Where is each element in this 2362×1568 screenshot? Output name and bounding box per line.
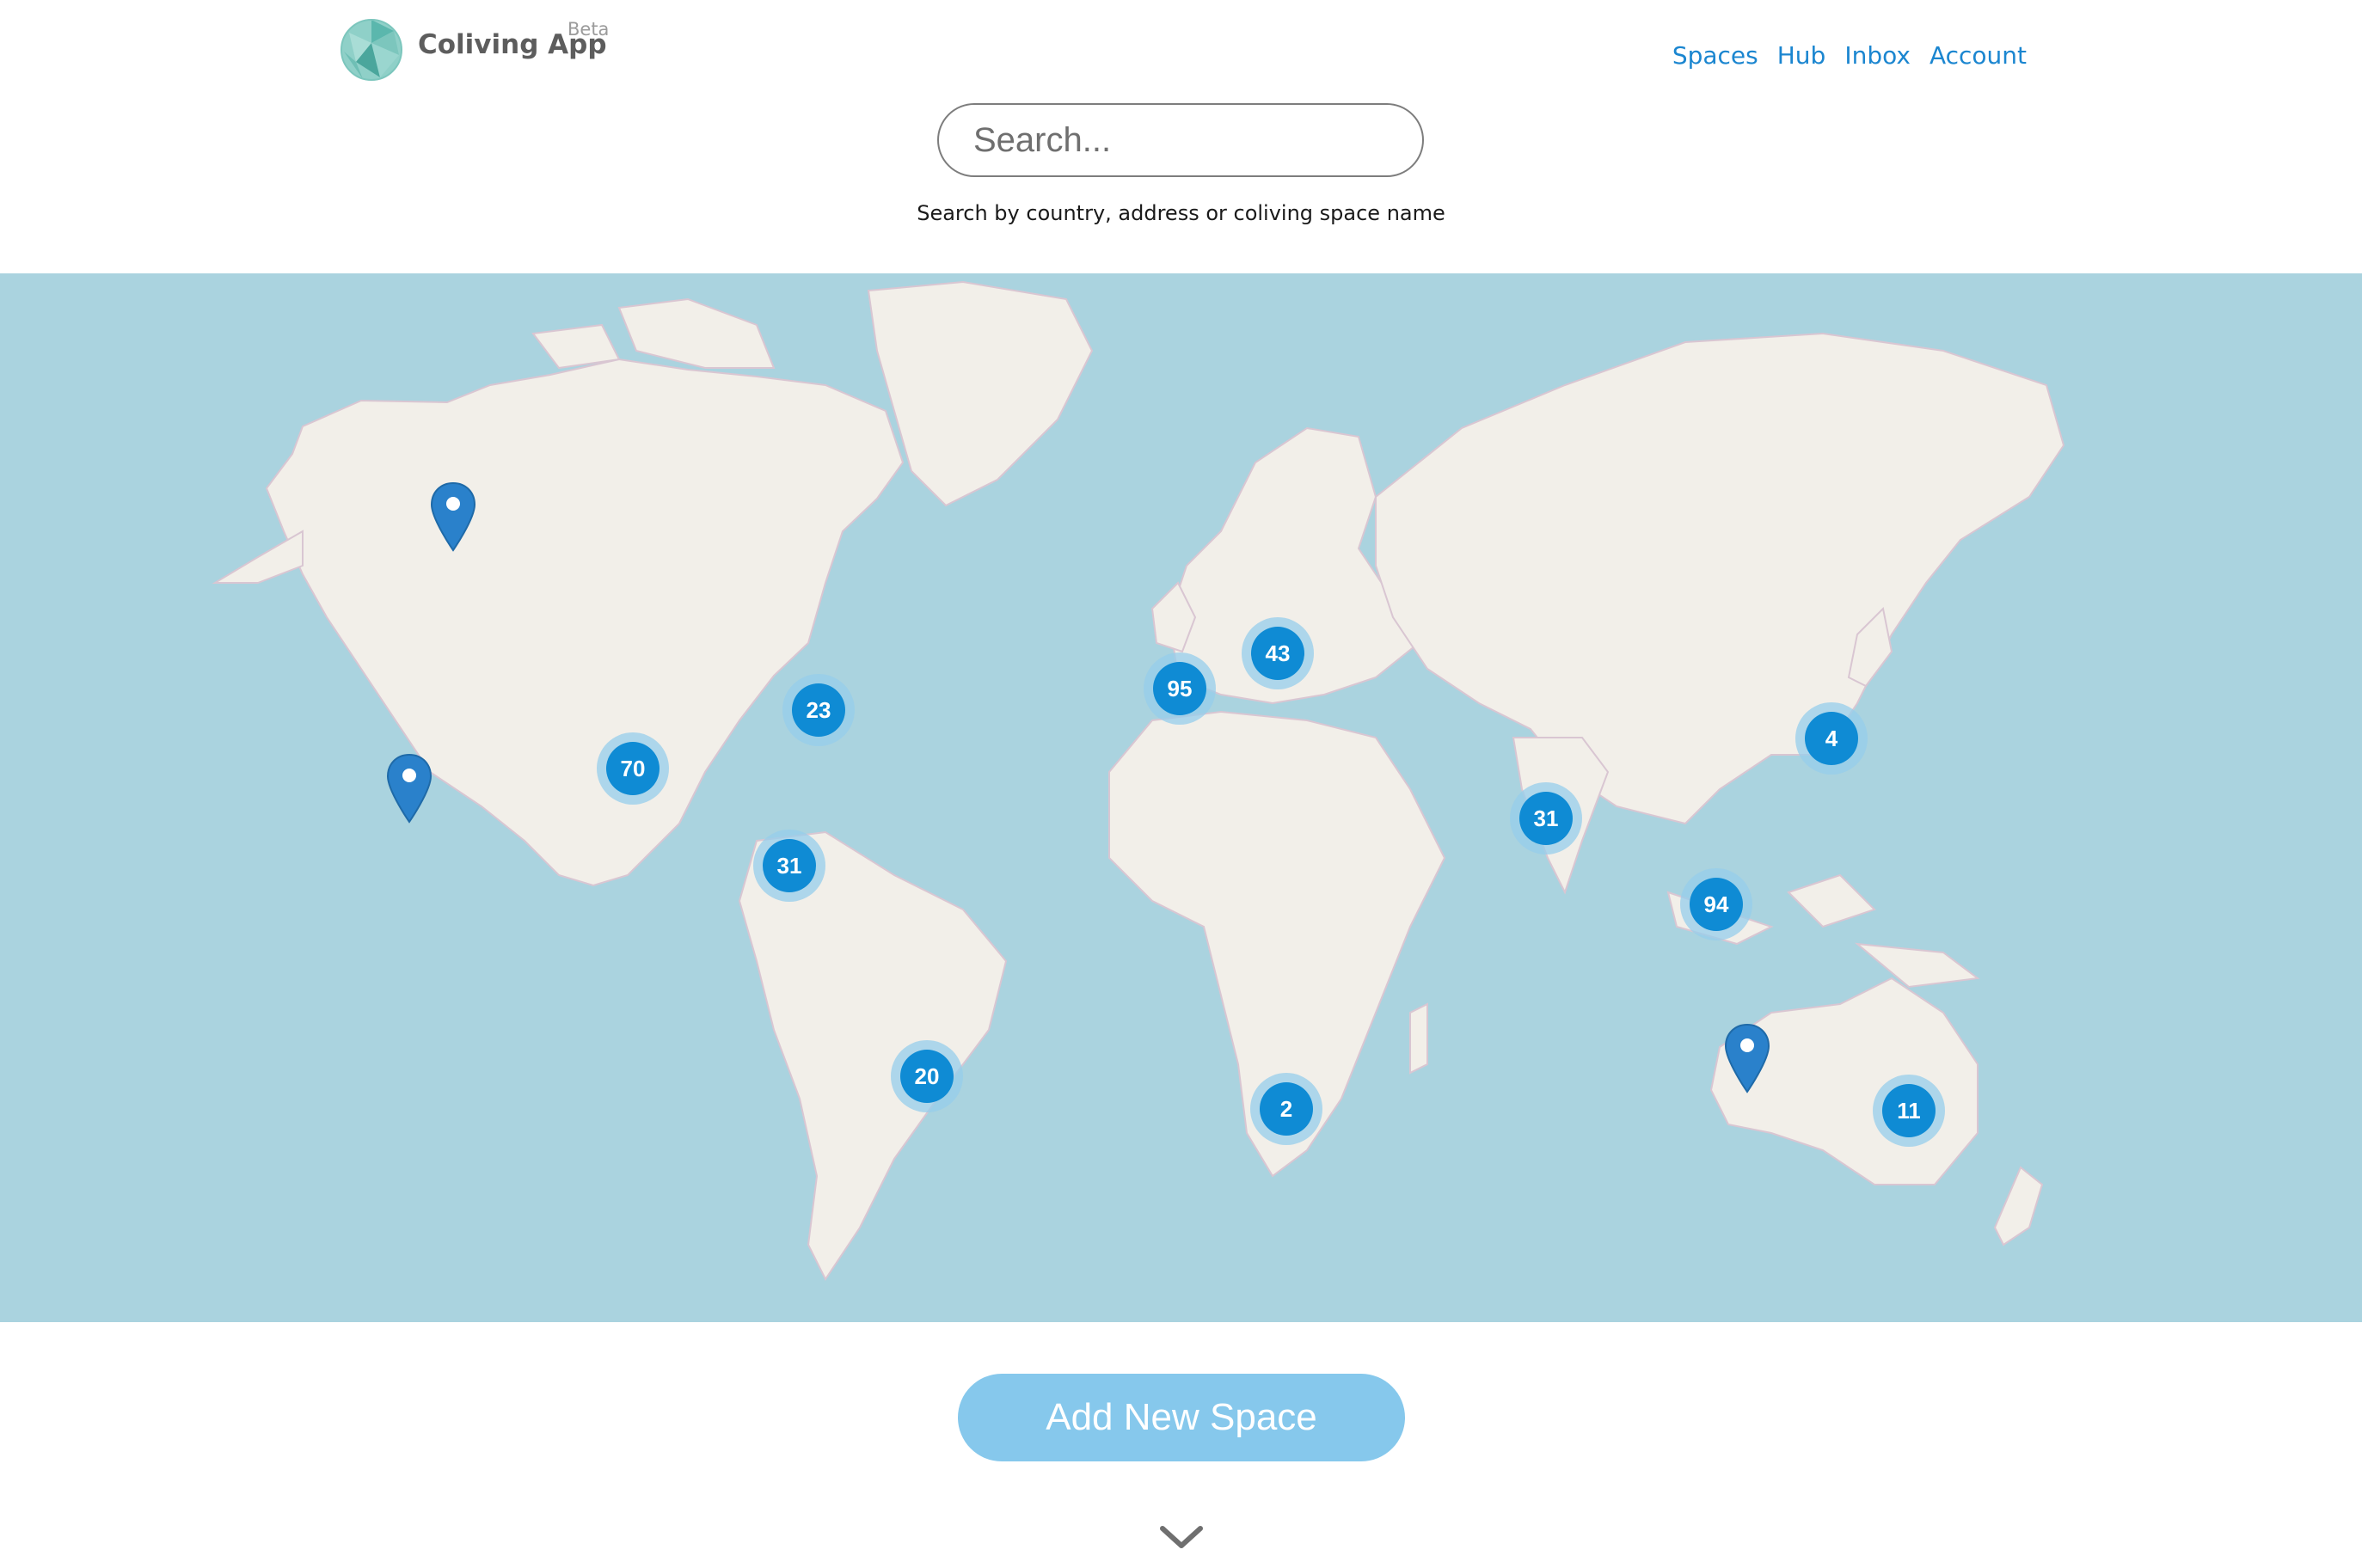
page: Coliving App Beta Spaces Hub Inbox Accou…	[0, 0, 2362, 1568]
cluster-marker[interactable]: 4	[1795, 702, 1868, 775]
cluster-count: 31	[763, 839, 816, 892]
cluster-count: 11	[1882, 1084, 1936, 1137]
nav-hub-link[interactable]: Hub	[1777, 41, 1826, 70]
cluster-count: 94	[1690, 878, 1743, 931]
cluster-marker[interactable]: 31	[1510, 782, 1582, 854]
cluster-count: 20	[900, 1050, 954, 1103]
chevron-down-icon[interactable]	[1159, 1523, 1204, 1551]
cluster-marker[interactable]: 11	[1873, 1075, 1945, 1147]
cluster-marker[interactable]: 23	[782, 674, 855, 746]
nav-spaces-link[interactable]: Spaces	[1672, 41, 1758, 70]
map-pin-icon[interactable]	[429, 481, 477, 554]
cluster-marker[interactable]: 94	[1680, 868, 1752, 940]
cluster-count: 4	[1805, 712, 1858, 765]
search-hint: Search by country, address or coliving s…	[917, 201, 1445, 225]
world-map[interactable]: 70 23 31 20 95 43 2 31 94 4 11	[0, 273, 2362, 1322]
cluster-count: 2	[1260, 1082, 1313, 1136]
cluster-marker[interactable]: 70	[597, 732, 669, 805]
cluster-count: 31	[1519, 792, 1573, 845]
cluster-count: 70	[606, 742, 660, 795]
nav-account-link[interactable]: Account	[1929, 41, 2027, 70]
cluster-marker[interactable]: 31	[753, 830, 825, 902]
globe-logo-icon[interactable]	[339, 17, 404, 83]
search-box	[937, 103, 1424, 177]
beta-badge: Beta	[567, 19, 610, 40]
cluster-marker[interactable]: 95	[1144, 652, 1216, 725]
cluster-count: 43	[1251, 627, 1304, 680]
map-pin-icon[interactable]	[1723, 1023, 1771, 1095]
world-map-tiles	[212, 280, 2065, 1281]
cluster-marker[interactable]: 20	[891, 1040, 963, 1112]
add-new-space-button[interactable]: Add New Space	[958, 1374, 1405, 1461]
top-nav: Spaces Hub Inbox Account	[1672, 41, 2027, 70]
cluster-count: 23	[792, 683, 845, 737]
cluster-count: 95	[1153, 662, 1206, 715]
cluster-marker[interactable]: 43	[1242, 617, 1314, 689]
nav-inbox-link[interactable]: Inbox	[1844, 41, 1911, 70]
cluster-marker[interactable]: 2	[1250, 1073, 1322, 1145]
map-pin-icon[interactable]	[385, 753, 433, 825]
search-input[interactable]	[939, 105, 1422, 175]
